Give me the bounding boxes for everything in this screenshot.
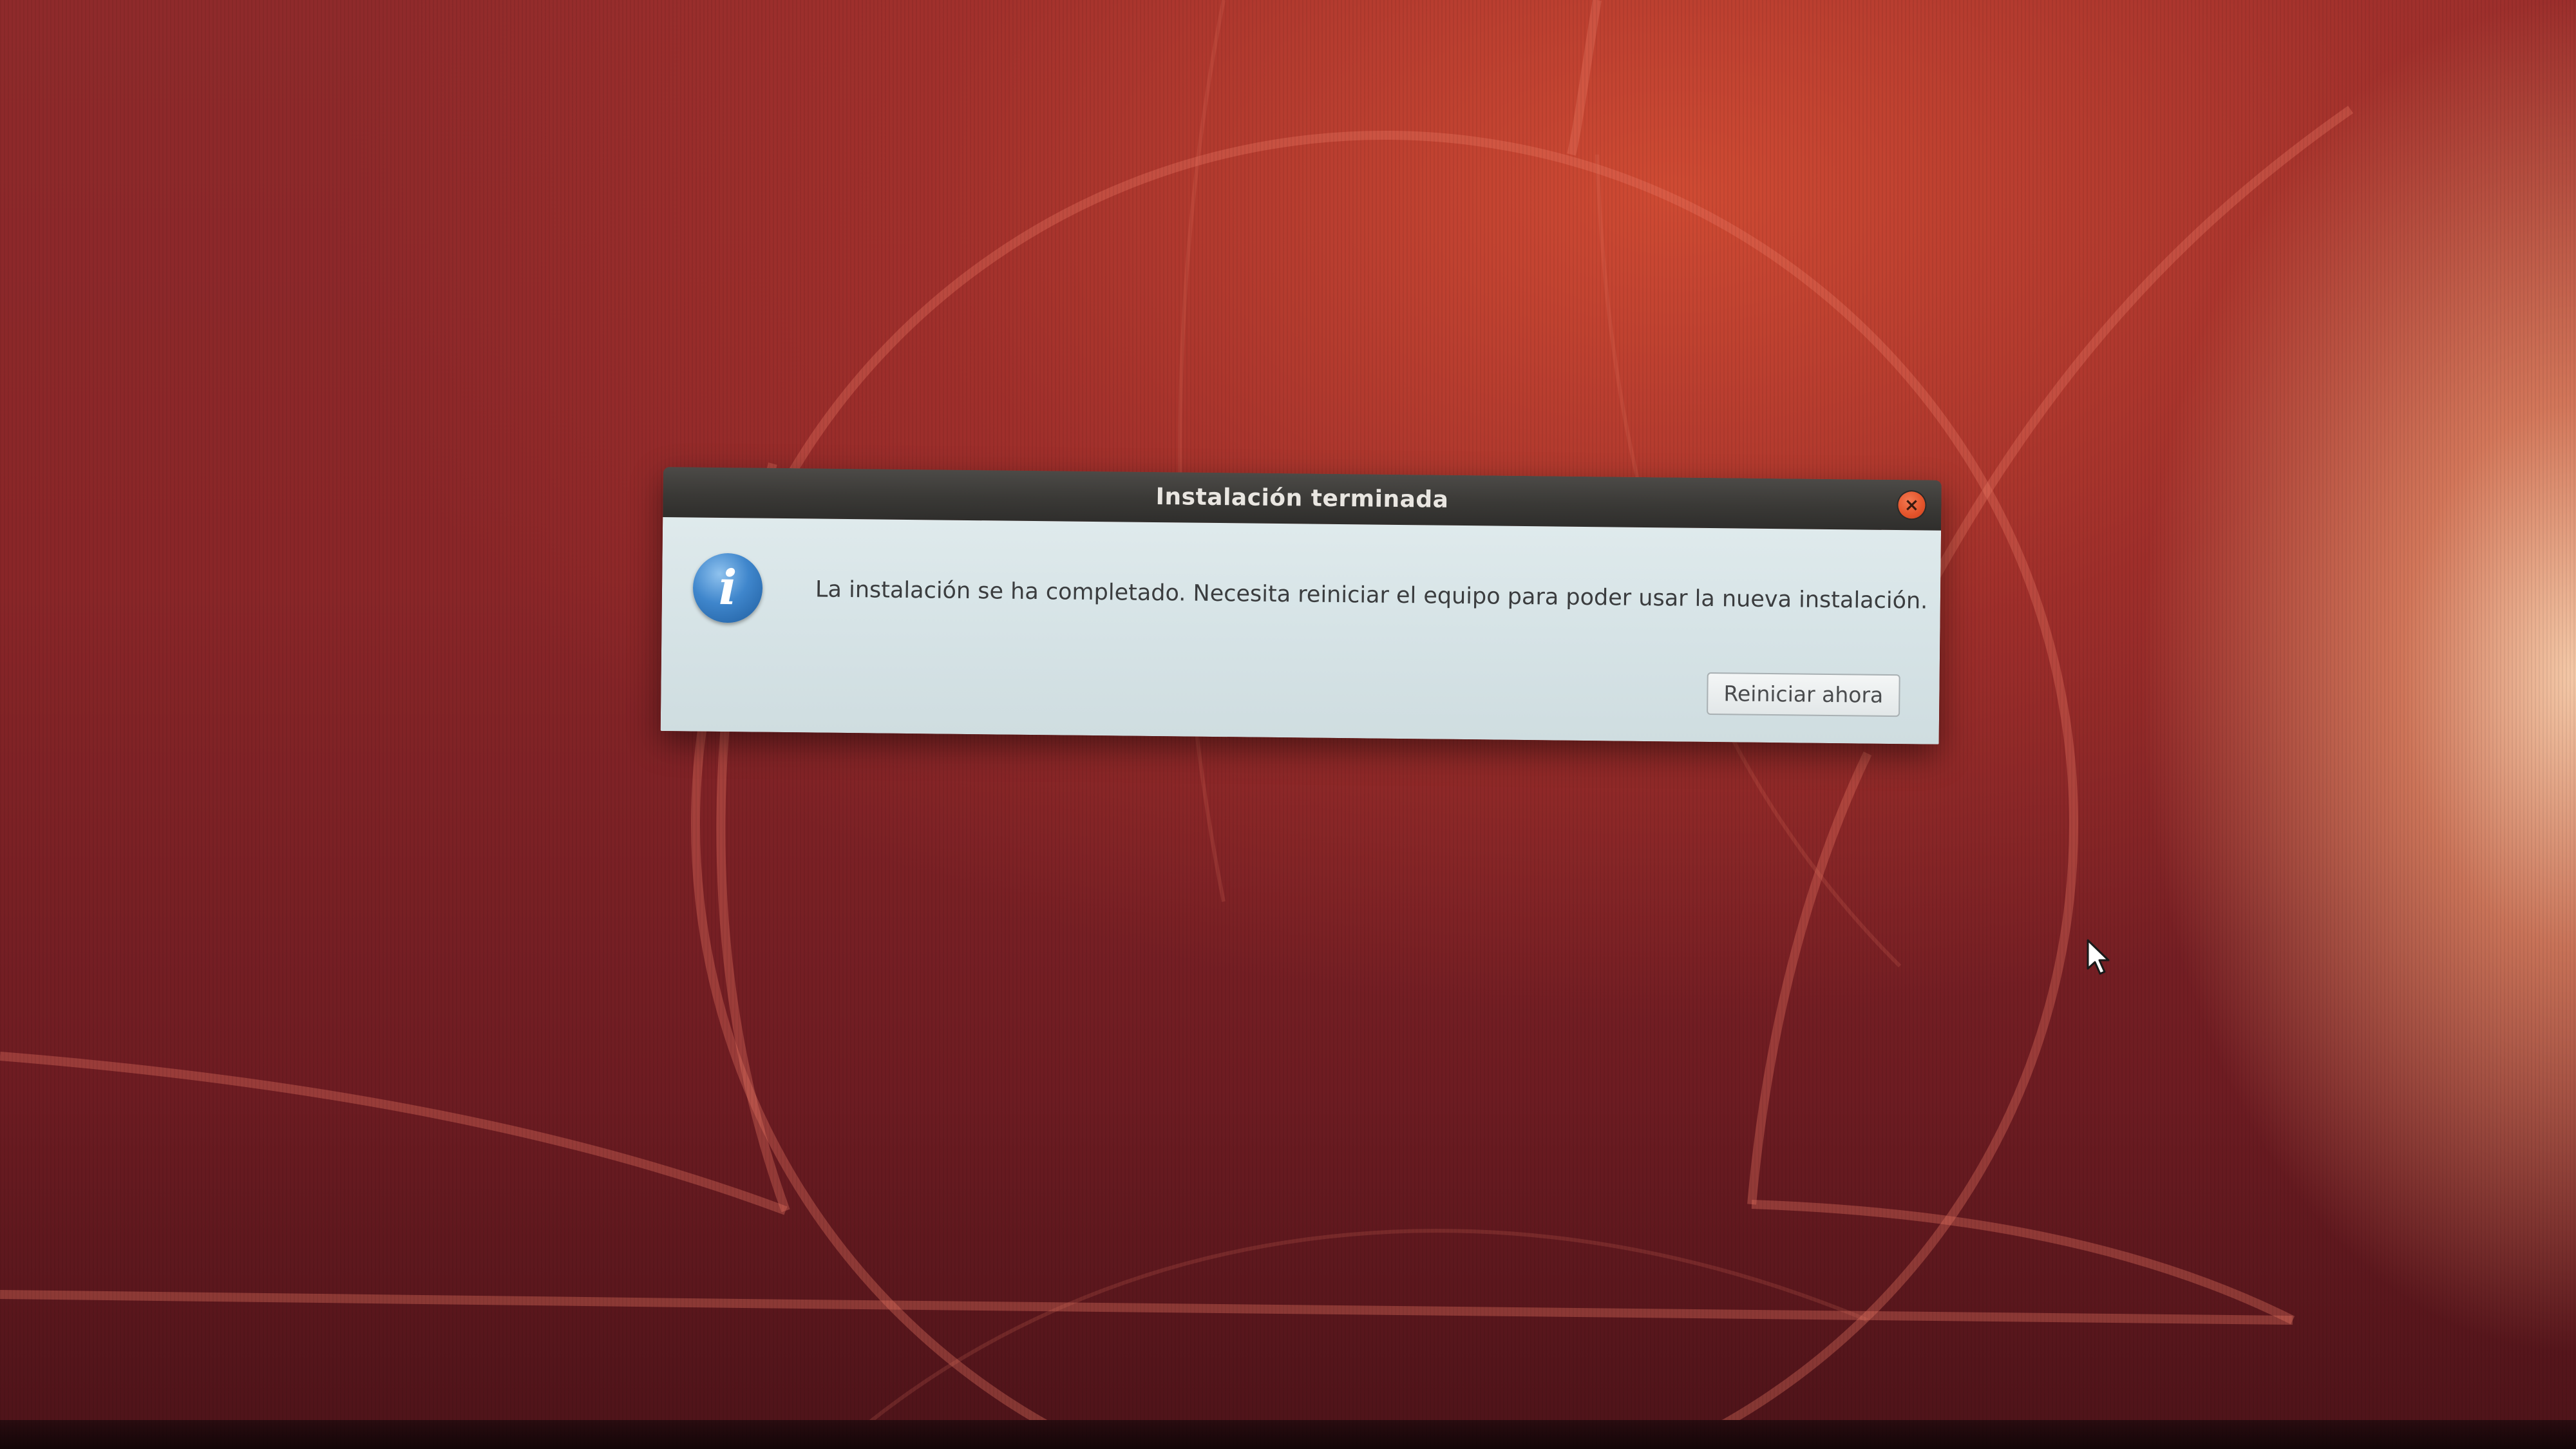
dialog-message: La instalación se ha completado. Necesit… <box>815 576 1928 614</box>
info-icon: i <box>692 553 763 623</box>
restart-now-button[interactable]: Reiniciar ahora <box>1707 672 1900 717</box>
dialog-content: i La instalación se ha completado. Neces… <box>660 516 1942 744</box>
close-icon: × <box>1904 494 1920 516</box>
info-icon-glyph: i <box>718 560 737 616</box>
close-button[interactable]: × <box>1898 491 1926 519</box>
installation-complete-dialog: Instalación terminada × i La instalación… <box>660 467 1942 744</box>
restart-now-button-label: Reiniciar ahora <box>1723 681 1884 708</box>
mouse-pointer-icon <box>2087 939 2110 975</box>
screen-bezel <box>0 1420 2576 1449</box>
